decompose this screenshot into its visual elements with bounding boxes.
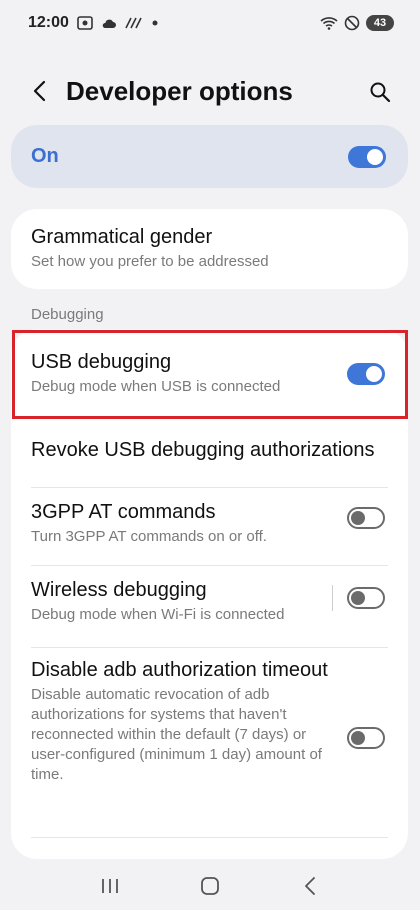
toggle-knob (366, 366, 382, 382)
usb-debugging-toggle[interactable] (347, 363, 385, 385)
revoke-usb-text: Revoke USB debugging authorizations (31, 437, 375, 463)
wireless-debugging-title: Wireless debugging (31, 579, 207, 601)
master-switch-card[interactable]: On (11, 125, 408, 188)
navigation-bar (0, 862, 420, 910)
toggle-knob (367, 148, 383, 165)
disable-adb-timeout-toggle[interactable] (347, 727, 385, 749)
disable-adb-timeout-title: Disable adb authorization timeout (31, 659, 328, 681)
wireless-debugging-toggle[interactable] (347, 587, 385, 609)
wireless-debugging-row[interactable]: Wireless debugging Debug mode when Wi-Fi… (11, 565, 408, 647)
3gpp-at-commands-title: 3GPP AT commands (31, 501, 216, 523)
screenshot-icon (77, 16, 93, 30)
grammatical-gender-card[interactable]: Grammatical gender Set how you prefer to… (11, 209, 408, 289)
usb-debugging-text: USB debugging Debug mode when USB is con… (31, 349, 280, 397)
page-title: Developer options (66, 76, 293, 106)
wifi-icon (320, 17, 338, 30)
debugging-section-label: Debugging (31, 306, 104, 323)
signal-icon (125, 17, 142, 29)
grammatical-gender-item: Grammatical gender Set how you prefer to… (31, 224, 269, 272)
status-left: 12:00 (28, 14, 159, 32)
divider (31, 837, 388, 838)
back-nav-button[interactable] (290, 866, 330, 906)
back-nav-icon (305, 877, 315, 895)
wireless-debugging-subtitle: Debug mode when Wi-Fi is connected (31, 606, 285, 623)
master-switch-toggle[interactable] (348, 145, 386, 168)
wireless-debugging-text: Wireless debugging Debug mode when Wi-Fi… (31, 577, 284, 625)
disable-adb-timeout-subtitle: Disable automatic revocation of adb auth… (31, 686, 322, 783)
back-button[interactable] (26, 78, 52, 104)
search-icon (370, 82, 391, 103)
grammatical-gender-subtitle: Set how you prefer to be addressed (31, 253, 269, 270)
recents-icon (102, 879, 118, 893)
recents-button[interactable] (90, 866, 130, 906)
home-button[interactable] (190, 866, 230, 906)
3gpp-at-commands-subtitle: Turn 3GPP AT commands on or off. (31, 528, 267, 545)
usb-debugging-row[interactable]: USB debugging Debug mode when USB is con… (11, 329, 408, 419)
vertical-separator (332, 585, 333, 611)
master-switch-label: On (31, 145, 59, 167)
3gpp-at-commands-toggle[interactable] (347, 507, 385, 529)
dot-icon (152, 20, 158, 26)
battery-level: 43 (373, 17, 387, 29)
back-arrow-icon (33, 80, 46, 102)
debugging-card: USB debugging Debug mode when USB is con… (11, 329, 408, 859)
cloud-icon (102, 19, 116, 28)
toggle-knob (351, 731, 365, 745)
3gpp-at-commands-row[interactable]: 3GPP AT commands Turn 3GPP AT commands o… (11, 487, 408, 565)
app-header: Developer options (0, 66, 420, 116)
revoke-usb-title: Revoke USB debugging authorizations (31, 439, 375, 461)
disable-adb-timeout-row[interactable]: Disable adb authorization timeout Disabl… (11, 647, 408, 837)
toggle-knob (351, 511, 365, 525)
grammatical-gender-title: Grammatical gender (31, 226, 213, 248)
status-right: 43 (320, 15, 394, 31)
revoke-usb-row[interactable]: Revoke USB debugging authorizations (11, 419, 408, 487)
usb-debugging-title: USB debugging (31, 351, 172, 373)
3gpp-at-commands-text: 3GPP AT commands Turn 3GPP AT commands o… (31, 499, 267, 547)
home-icon (201, 877, 219, 895)
do-not-disturb-icon (344, 15, 360, 31)
usb-debugging-subtitle: Debug mode when USB is connected (31, 378, 281, 395)
status-bar: 12:00 43 (0, 0, 420, 46)
status-time: 12:00 (28, 14, 69, 31)
battery-icon: 43 (366, 15, 394, 31)
search-button[interactable] (366, 78, 394, 106)
toggle-knob (351, 591, 365, 605)
disable-adb-timeout-text: Disable adb authorization timeout Disabl… (31, 657, 331, 785)
